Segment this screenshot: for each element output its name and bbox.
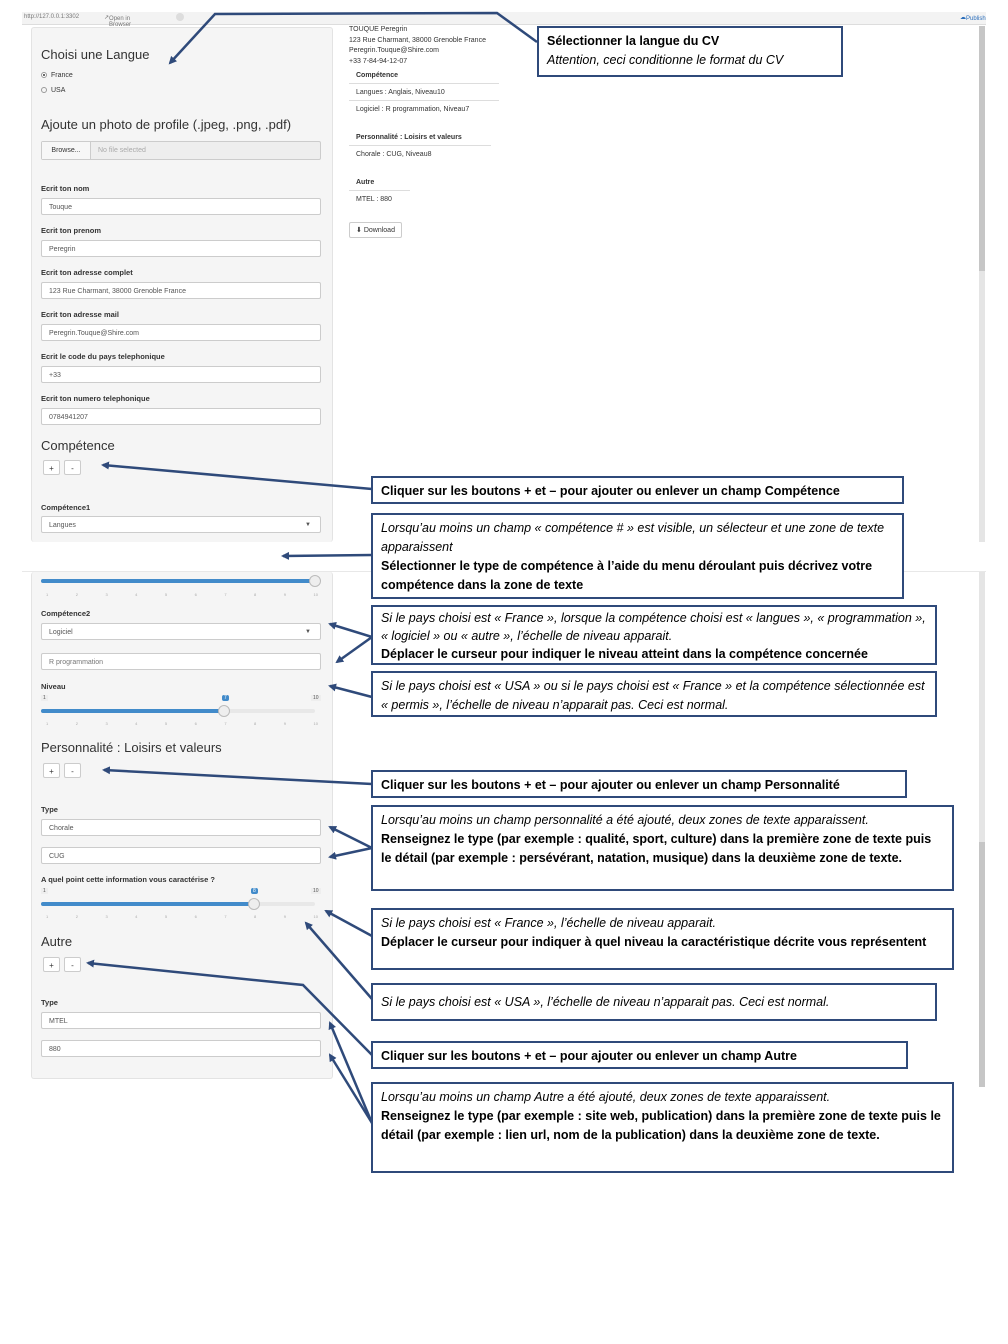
arrow-niveau <box>328 683 373 699</box>
annotation-language: Sélectionner la langue du CV Attention, c… <box>537 26 843 77</box>
arrow-language <box>168 11 538 65</box>
annotation-personality-field: Lorsqu’au moins un champ personnalité a … <box>371 805 954 891</box>
arrow-autre-detail <box>328 1053 374 1124</box>
arrow-competence-select <box>328 621 373 639</box>
annotation-personality-buttons: Cliquer sur les boutons + et – pour ajou… <box>371 770 907 798</box>
annotation-competence-level: Si le pays choisi est « France », lorsqu… <box>371 605 937 665</box>
annotation-competence-field: Lorsqu’au moins un champ « compétence # … <box>371 513 904 599</box>
arrow-personality-type <box>328 825 373 850</box>
annotation-personality-usa: Si le pays choisi est « USA », l’échelle… <box>371 983 937 1021</box>
arrow-personality-detail <box>328 846 373 860</box>
annotation-autre-field: Lorsqu’au moins un champ Autre a été ajo… <box>371 1082 954 1173</box>
arrow-autre-type <box>328 1021 374 1124</box>
annotation-personality-level: Si le pays choisi est « France », l’éche… <box>371 908 954 970</box>
arrow-competence-buttons <box>101 461 373 491</box>
annotation-competence-usa: Si le pays choisi est « USA » ou si le p… <box>371 671 937 717</box>
annotation-autre-buttons: Cliquer sur les boutons + et – pour ajou… <box>371 1041 908 1069</box>
arrow-competence-field <box>281 551 373 560</box>
arrow-personality-slider <box>324 909 373 938</box>
arrow-autre-buttons <box>86 959 373 1056</box>
arrow-competence-text <box>335 635 373 664</box>
arrow-personality-buttons <box>102 766 373 786</box>
annotation-competence-buttons: Cliquer sur les boutons + et – pour ajou… <box>371 476 904 504</box>
arrow-personality-usa <box>304 921 373 1000</box>
